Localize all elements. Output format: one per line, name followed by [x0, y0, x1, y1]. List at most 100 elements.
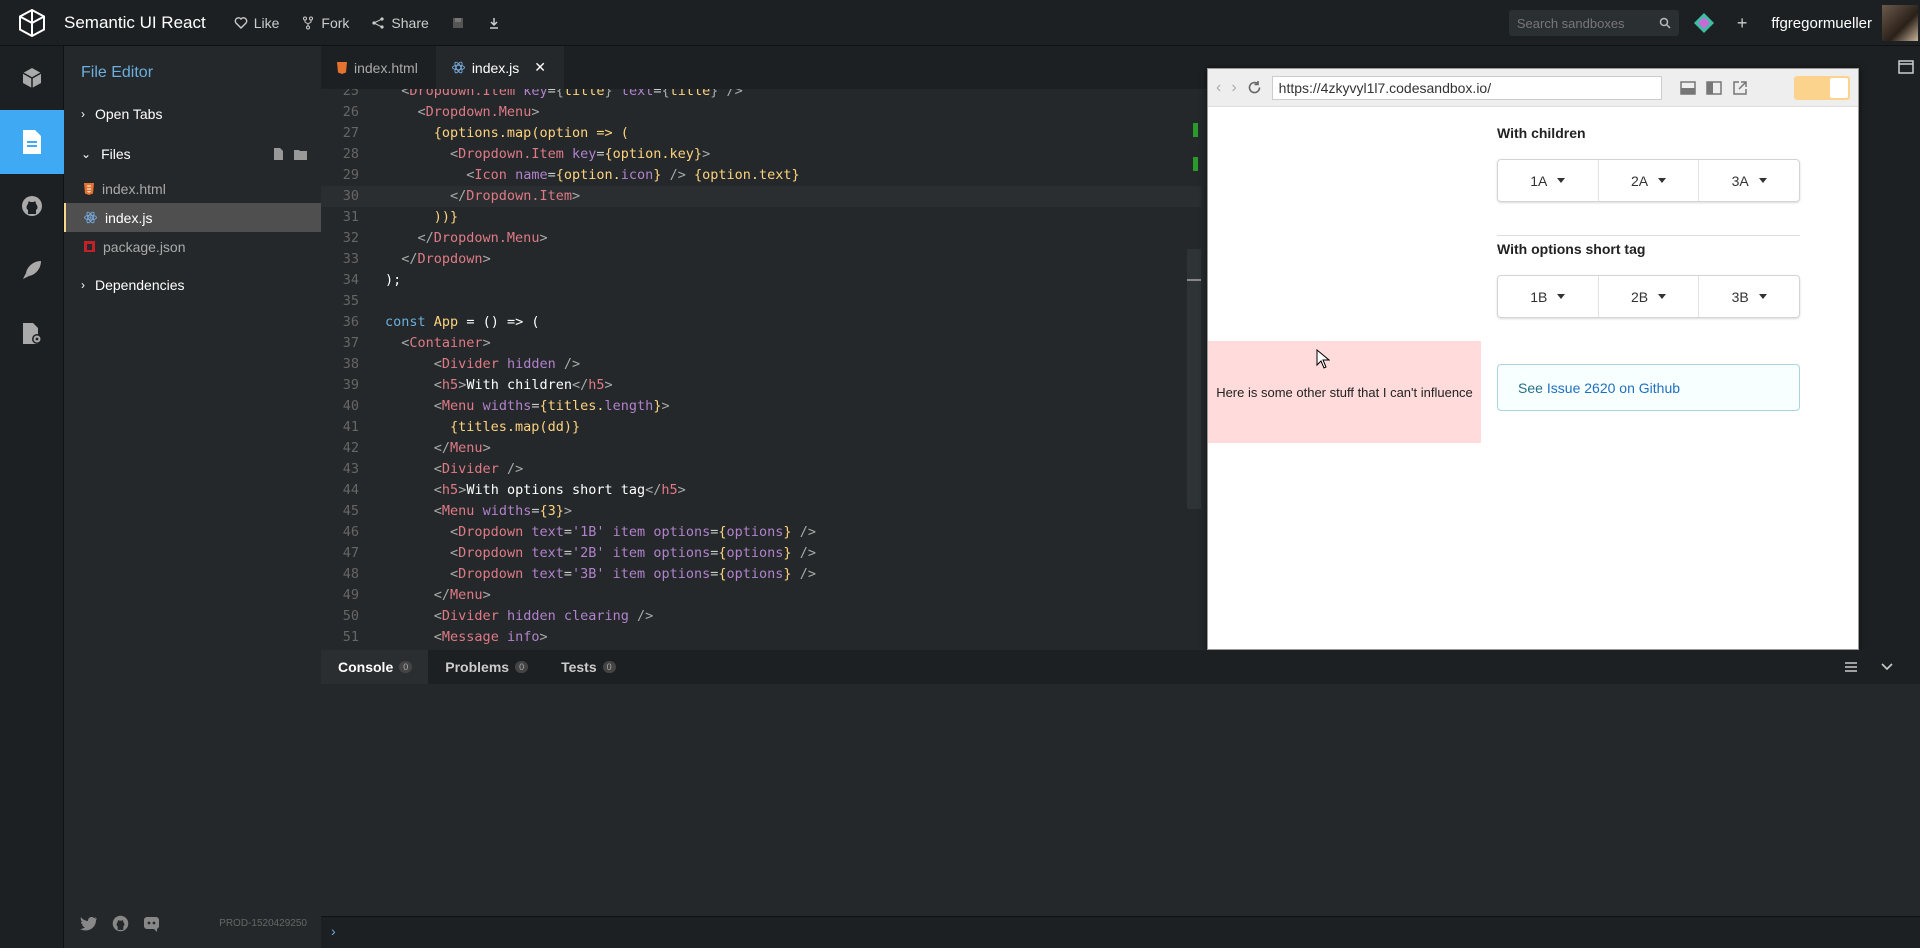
tab-index-html[interactable]: index.html [321, 46, 436, 89]
dropdown-1b[interactable]: 1B [1498, 276, 1599, 317]
back-icon[interactable]: ‹ [1216, 79, 1221, 97]
github-icon[interactable] [112, 915, 129, 932]
layout-horizontal-icon[interactable] [1679, 80, 1696, 96]
code-line[interactable]: 49 </Menu> [321, 585, 1201, 606]
files-section[interactable]: ⌄ Files [64, 134, 321, 174]
file-editor-button[interactable] [0, 110, 64, 174]
dropdown-3b[interactable]: 3B [1699, 276, 1799, 317]
code-line[interactable]: 48 <Dropdown text='3B' item options={opt… [321, 564, 1201, 585]
save-button[interactable] [451, 16, 465, 30]
config-button[interactable] [0, 302, 64, 366]
new-folder-icon[interactable] [294, 148, 307, 160]
plus-icon[interactable]: + [1737, 13, 1748, 34]
project-info-button[interactable] [0, 46, 64, 110]
discord-icon[interactable] [143, 915, 160, 932]
code-line[interactable]: 29 <Icon name={option.icon} /> {option.t… [321, 165, 1201, 186]
divider [1497, 235, 1800, 236]
deploy-button[interactable] [0, 238, 64, 302]
code-line[interactable]: 35 [321, 291, 1201, 312]
file-package-json[interactable]: package.json [64, 232, 321, 261]
code-line[interactable]: 33 </Dropdown> [321, 249, 1201, 270]
close-tab-icon[interactable]: ✕ [534, 59, 546, 76]
sidebar-title: File Editor [81, 64, 154, 81]
layout-vertical-icon[interactable] [1705, 80, 1722, 96]
code-line[interactable]: 34); [321, 270, 1201, 291]
split-view-icon[interactable] [1898, 60, 1914, 74]
fork-button[interactable]: Fork [301, 15, 349, 31]
username[interactable]: ffgregormueller [1771, 15, 1872, 32]
caret-down-icon [1557, 178, 1566, 183]
file-index-html[interactable]: index.html [64, 174, 321, 203]
download-button[interactable] [487, 16, 501, 30]
scroll-thumb[interactable] [1187, 279, 1201, 281]
dropdown-2b[interactable]: 2B [1599, 276, 1700, 317]
forward-icon[interactable]: › [1231, 79, 1236, 97]
code-line[interactable]: 46 <Dropdown text='1B' item options={opt… [321, 522, 1201, 543]
code-line[interactable]: 50 <Divider hidden clearing /> [321, 606, 1201, 627]
clear-console-icon[interactable] [1844, 661, 1858, 673]
dropdown-1a[interactable]: 1A [1498, 160, 1599, 201]
tab-tests[interactable]: Tests 0 [544, 650, 632, 684]
activity-bar [0, 46, 64, 948]
file-index-js[interactable]: index.js [64, 203, 321, 232]
code-editor[interactable]: 51 <Message info> 50 <Divider hidden clea… [321, 89, 1207, 650]
download-icon [487, 16, 501, 30]
code-line[interactable]: 37 <Container> [321, 333, 1201, 354]
code-line[interactable]: 39 <h5>With children</h5> [321, 375, 1201, 396]
code-line[interactable]: 26 <Dropdown.Menu> [321, 102, 1201, 123]
share-button[interactable]: Share [371, 15, 429, 31]
tab-label: Tests [561, 659, 597, 675]
share-icon [371, 16, 385, 30]
open-new-window-icon[interactable] [1732, 80, 1748, 96]
github-icon [20, 194, 44, 218]
code-line[interactable]: 30 </Dropdown.Item> [321, 186, 1201, 207]
issue-link[interactable]: Issue 2620 on Github [1547, 380, 1680, 396]
console-output [321, 684, 1920, 916]
dropdown-3a[interactable]: 3A [1699, 160, 1799, 201]
code-line[interactable]: 41 {titles.map(dd)} [321, 417, 1201, 438]
code-line[interactable]: 27 {options.map(option => ( [321, 123, 1201, 144]
console-tabs: Console 0 Problems 0 Tests 0 [321, 650, 1920, 684]
avatar[interactable] [1882, 5, 1918, 41]
code-line[interactable]: 45 <Menu widths={3}> [321, 501, 1201, 522]
dropdown-2a[interactable]: 2A [1599, 160, 1700, 201]
code-line[interactable]: 43 <Divider /> [321, 459, 1201, 480]
github-button[interactable] [0, 174, 64, 238]
code-line[interactable]: 51 <Message info> [321, 627, 1201, 648]
code-line[interactable]: 28 <Dropdown.Item key={option.key}> [321, 144, 1201, 165]
code-line[interactable]: 36 const App = () => ( [321, 312, 1201, 333]
code-line[interactable]: 47 <Dropdown text='2B' item options={opt… [321, 543, 1201, 564]
search-input[interactable]: Search sandboxes [1508, 10, 1679, 36]
console-input[interactable]: › [321, 916, 1920, 948]
tab-problems[interactable]: Problems 0 [428, 650, 544, 684]
menu-short-tag: 1B 2B 3B [1497, 275, 1800, 318]
dependencies-section[interactable]: › Dependencies [64, 265, 321, 305]
caret-down-icon [1658, 178, 1667, 183]
code-line[interactable]: 38 <Divider hidden /> [321, 354, 1201, 375]
preview-toggle[interactable] [1794, 75, 1850, 100]
codesandbox-logo-icon[interactable] [0, 0, 64, 46]
code-line[interactable]: 31 ))} [321, 207, 1201, 228]
code-line[interactable]: 40 <Menu widths={titles.length}> [321, 396, 1201, 417]
chevron-down-icon[interactable] [1880, 661, 1894, 673]
twitter-icon[interactable] [80, 916, 98, 931]
new-file-icon[interactable] [273, 148, 284, 160]
code-line[interactable]: 25 <Dropdown.Item key={title} text={titl… [321, 89, 1201, 102]
line-number: 43 [342, 461, 359, 477]
editor-scrollbar[interactable] [1187, 249, 1201, 509]
code-line[interactable]: 32 </Dropdown.Menu> [321, 228, 1201, 249]
code-line[interactable]: 42 </Menu> [321, 438, 1201, 459]
tab-console[interactable]: Console 0 [321, 650, 429, 684]
search-icon [1659, 17, 1671, 29]
file-name: index.js [105, 209, 153, 226]
preview-url-input[interactable]: https://4zkyvyl1l7.codesandbox.io/ [1271, 75, 1662, 100]
like-button[interactable]: Like [234, 15, 279, 31]
line-number: 40 [342, 398, 359, 414]
patron-badge-icon[interactable] [1693, 12, 1715, 34]
dropdown-label: 1A [1530, 172, 1548, 189]
open-tabs-section[interactable]: › Open Tabs [64, 94, 321, 134]
refresh-icon[interactable] [1247, 80, 1262, 95]
tab-index-js[interactable]: index.js ✕ [435, 46, 565, 89]
code-line[interactable]: 44 <h5>With options short tag</h5> [321, 480, 1201, 501]
search-placeholder: Search sandboxes [1516, 15, 1625, 31]
